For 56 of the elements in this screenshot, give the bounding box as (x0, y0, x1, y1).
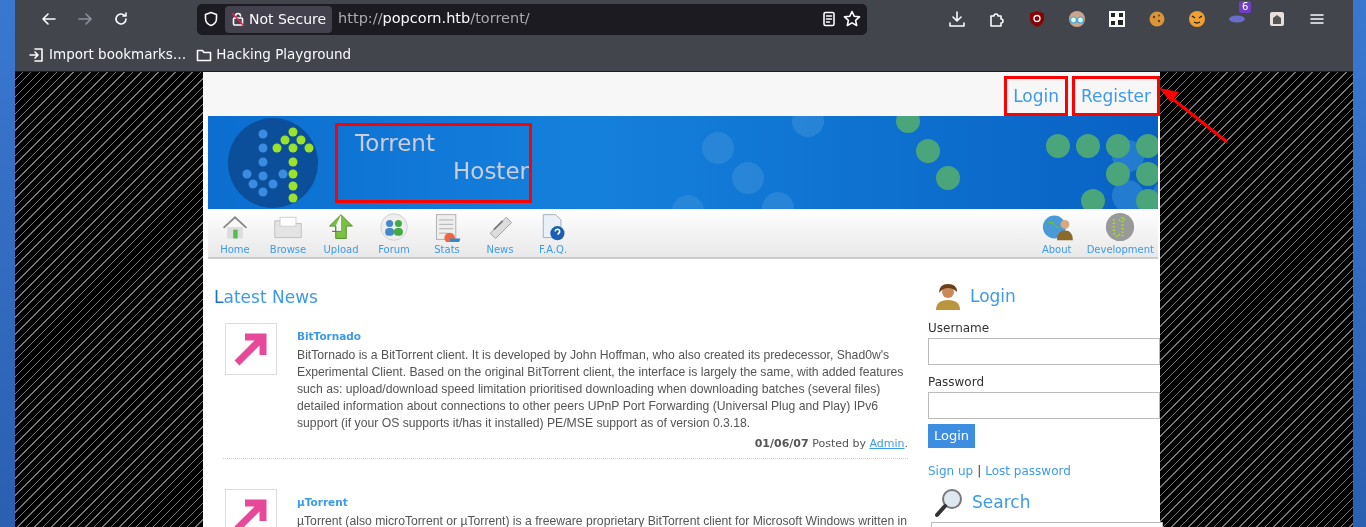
address-text[interactable]: http://popcorn.htb/torrent/ (338, 8, 815, 30)
author-link[interactable]: Admin (869, 436, 905, 450)
news-title[interactable]: µTorrent (297, 495, 348, 511)
qr-code-icon[interactable] (1108, 10, 1126, 28)
news-body: µTorrent (also microTorrent or µTorrent) is a freeware proprietary BitTorrent client for Microsoft Windows written in (297, 513, 908, 527)
signup-link[interactable]: Sign up (928, 463, 974, 478)
shield-icon[interactable] (203, 11, 219, 27)
panel-title: Login (970, 285, 1016, 309)
puzzle-icon[interactable] (988, 10, 1006, 28)
news-title[interactable]: BitTornado (297, 328, 362, 345)
forward-icon[interactable] (77, 11, 93, 27)
login-button[interactable]: Login (928, 424, 976, 448)
download-icon[interactable] (948, 10, 966, 28)
post-info: 01/06/07 Posted by (754, 436, 867, 450)
lost-password-link[interactable]: Lost password (985, 463, 1071, 478)
badge: 6 (1239, 1, 1252, 13)
people-icon (377, 212, 411, 242)
header-link[interactable]: Register (1072, 76, 1160, 116)
security-indicator[interactable]: Not Secure (225, 5, 333, 33)
bookmark-star-icon[interactable] (843, 10, 861, 28)
window-icon[interactable] (1268, 10, 1286, 28)
back-icon[interactable] (41, 11, 57, 27)
reload-icon[interactable] (113, 11, 129, 27)
nav-link[interactable]: Home (212, 209, 258, 257)
reader-view-icon[interactable] (821, 11, 837, 27)
lock-icon (231, 11, 245, 27)
site-subtitle: Hoster (452, 156, 529, 185)
bookmark-item[interactable]: Import bookmarks… (29, 44, 187, 65)
glasses-icon[interactable] (1068, 10, 1086, 28)
header-link[interactable]: Login (1004, 76, 1068, 116)
bookmark-item[interactable]: Hacking Playground (196, 44, 352, 65)
nav-link[interactable]: About (1033, 209, 1080, 257)
cookie-icon[interactable] (1148, 10, 1166, 28)
nav-link[interactable]: F.A.Q. (530, 209, 576, 257)
separator-text: | (977, 463, 982, 478)
security-label: Not Secure (249, 9, 327, 29)
field-label: Password (928, 374, 986, 391)
search-icon (934, 487, 964, 518)
panel-title: Search (972, 490, 1031, 514)
nav-link[interactable]: News (477, 209, 523, 257)
news-body: BitTornado is a BitTorrent client. It is developed by John Hoffman, who also created its predecessor, Shad0w's Experimental Client. Based on the original BitTorrent client, the interface is largely the same, with added features such as: upload/download speed limitation prioritised downloading when downloading batches (several files) detailed information about connections to other peers UPnP Port Forwarding (Universal Plug and Play) IPv6 support (if your OS supports it/has it installed) PE/MSE support as of version 0.3.18. (297, 346, 905, 433)
nav-link[interactable]: Stats (424, 209, 470, 257)
username-field[interactable] (928, 338, 1160, 365)
user-icon (934, 283, 962, 311)
site-title: Torrent (355, 128, 436, 157)
field-label: Username (928, 320, 991, 337)
logo-icon (228, 116, 320, 209)
shield-icon[interactable] (1028, 10, 1046, 28)
period-text: . (904, 436, 908, 450)
nav-link[interactable]: Upload (318, 209, 364, 257)
nav-link[interactable]: Development (1086, 209, 1154, 257)
import-icon (29, 46, 45, 63)
password-field[interactable] (928, 392, 1160, 419)
section-heading: Latest News (214, 286, 319, 309)
nav-link[interactable]: Browse (265, 209, 311, 257)
nav-link[interactable]: Forum (371, 209, 417, 257)
